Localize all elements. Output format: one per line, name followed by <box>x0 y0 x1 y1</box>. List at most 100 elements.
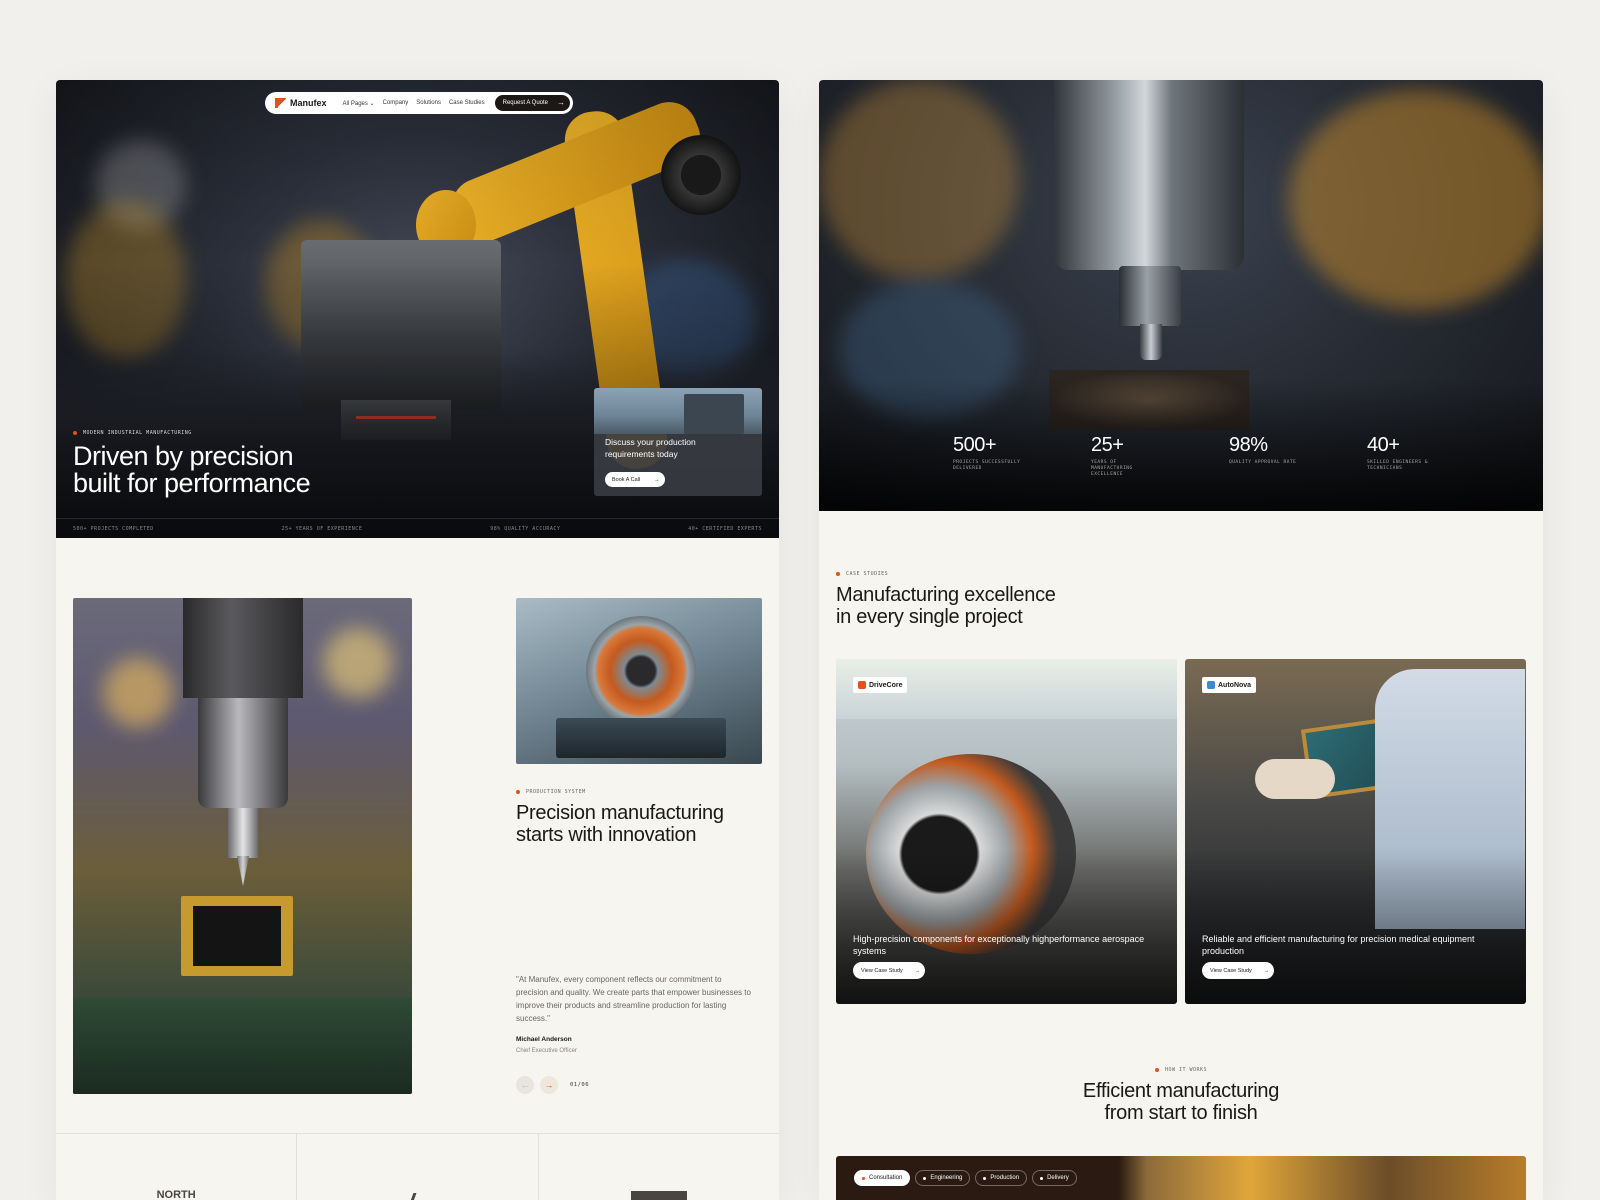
tab-delivery[interactable]: Delivery <box>1032 1170 1077 1186</box>
testimonial-quote: "At Manufex, every component reflects ou… <box>516 975 751 1023</box>
hero-title: Driven by precision built for performanc… <box>73 441 311 498</box>
stat-label: Projects Successfully Delivered <box>953 460 1021 471</box>
stat-label: Quality Approval Rate <box>1229 460 1297 465</box>
dot-icon <box>923 1176 927 1180</box>
hero-card-text: Discuss your production requirements tod… <box>605 437 696 459</box>
nav-link-case-studies[interactable]: Case Studies <box>449 100 485 107</box>
view-case-study-button[interactable]: View Case Study → <box>853 962 926 979</box>
bokeh-light <box>323 628 393 698</box>
case-study-card-autonova[interactable]: AutoNova Reliable and efficient manufact… <box>1185 659 1526 1004</box>
cnc-chip-image <box>73 598 412 1094</box>
motor-stator-image <box>516 598 762 764</box>
partner-mark-icon <box>630 1191 687 1200</box>
chip-die <box>193 906 281 966</box>
arrow-left-icon: ← <box>520 1080 530 1090</box>
nav-link-all-pages[interactable]: All Pages ⌄ <box>343 100 375 107</box>
chevron-down-icon: ⌄ <box>369 100 375 107</box>
stat-label: Years of Manufacturing Excellence <box>1091 460 1133 477</box>
request-quote-button[interactable]: Request A Quote → <box>494 95 571 111</box>
arrow-right-icon: → <box>556 98 567 108</box>
autonova-logo-icon <box>1207 681 1215 689</box>
process-steps-banner: Consultation Engineering Production Deli… <box>836 1156 1526 1200</box>
brand-badge: DriveCore <box>853 677 908 693</box>
factory-thumbnail <box>594 388 762 434</box>
process-step-tabs: Consultation Engineering Production Deli… <box>854 1170 1077 1186</box>
bokeh-light <box>1289 90 1543 310</box>
brand-logo[interactable]: Manufex <box>275 98 327 108</box>
carousel-counter: 01/06 <box>570 1082 590 1088</box>
tab-consultation[interactable]: Consultation <box>854 1170 911 1186</box>
accent-dot <box>862 1176 865 1180</box>
dot-icon <box>1040 1176 1044 1180</box>
prev-button[interactable]: ← <box>516 1076 534 1094</box>
case-studies-title: Manufacturing excellence in every single… <box>836 584 1056 628</box>
hero-stats-bar: 500+ Projects Completed 25+ Years of Exp… <box>56 518 779 538</box>
bokeh-light <box>103 658 173 728</box>
testimonial-role: Chief Executive Officer <box>516 1048 577 1054</box>
production-title: Precision manufacturing starts with inno… <box>516 802 724 846</box>
brand-name: Manufex <box>290 98 327 108</box>
hero-stat: 40+ Certified Experts <box>688 525 762 532</box>
accent-dot <box>836 571 840 576</box>
bokeh-light <box>819 80 1019 280</box>
production-eyebrow: Production System <box>516 789 586 795</box>
stat-item: 40+ Skilled Engineers & Technicians <box>1367 434 1505 478</box>
manufex-logo-icon <box>275 98 286 108</box>
drill-tip <box>237 856 249 886</box>
partner-logo <box>297 1134 539 1200</box>
drill-housing <box>183 598 303 698</box>
nav-link-solutions[interactable]: Solutions <box>416 100 441 107</box>
tab-production[interactable]: Production <box>975 1170 1028 1186</box>
stat-item: 25+ Years of Manufacturing Excellence <box>1091 434 1229 478</box>
request-quote-label: Request A Quote <box>502 100 549 106</box>
next-button[interactable]: → <box>540 1076 558 1094</box>
partner-logo <box>539 1134 779 1200</box>
partner-logos: NORTH <box>56 1133 779 1200</box>
stat-value: 40+ <box>1367 434 1400 456</box>
process-eyebrow: How It Works <box>819 1067 1543 1073</box>
cnc-spindle <box>1054 80 1244 270</box>
stat-value: 500+ <box>953 434 997 456</box>
motor-base <box>556 718 726 758</box>
case-study-card-drivecore[interactable]: DriveCore High-precision components for … <box>836 659 1177 1004</box>
stat-value: 98% <box>1229 434 1268 456</box>
nav-link-company[interactable]: Company <box>383 100 409 107</box>
hero-eyebrow: Modern Industrial Manufacturing <box>73 430 192 436</box>
testimonial-carousel-controls: ← → 01/06 <box>516 1076 589 1094</box>
brand-badge: AutoNova <box>1202 677 1257 693</box>
case-description: Reliable and efficient manufacturing for… <box>1202 934 1475 956</box>
chip-frame <box>181 896 293 976</box>
dot-icon <box>983 1176 987 1180</box>
arrow-right-icon: → <box>914 967 921 974</box>
accent-dot <box>516 789 520 794</box>
hero-contact-card: Discuss your production requirements tod… <box>594 388 762 496</box>
circuit-board <box>73 998 412 1094</box>
cnc-collet <box>1119 266 1181 326</box>
book-call-button[interactable]: Book A Call → <box>605 472 665 487</box>
testimonial-author: Michael Anderson <box>516 1036 572 1043</box>
case-description: High-precision components for exceptiona… <box>853 934 1145 956</box>
nav-links: All Pages ⌄ Company Solutions Case Studi… <box>343 100 485 107</box>
hero-stat: 25+ Years of Experience <box>281 525 363 532</box>
stat-label: Skilled Engineers & Technicians <box>1367 460 1428 471</box>
hero-stat: 98% Quality Accuracy <box>490 525 561 532</box>
arrow-right-icon: → <box>654 476 660 483</box>
stats-hero-section: 500+ Projects Successfully Delivered 25+… <box>819 80 1543 511</box>
machine-shape <box>684 394 744 434</box>
hero-section: Manufex All Pages ⌄ Company Solutions Ca… <box>56 80 779 538</box>
view-case-study-button[interactable]: View Case Study → <box>1202 962 1275 979</box>
hero-stat: 500+ Projects Completed <box>73 525 154 532</box>
accent-dot <box>73 430 77 435</box>
landing-page-right: 500+ Projects Successfully Delivered 25+… <box>819 80 1543 1200</box>
case-studies-eyebrow: Case Studies <box>836 571 888 577</box>
arrow-right-icon: → <box>1263 967 1270 974</box>
accent-dot <box>1154 1067 1159 1072</box>
stat-item: 500+ Projects Successfully Delivered <box>953 434 1091 478</box>
drivecore-logo-icon <box>858 681 866 689</box>
stat-value: 25+ <box>1091 434 1124 456</box>
cnc-tool <box>1140 324 1162 360</box>
process-title: Efficient manufacturing from start to fi… <box>1082 1080 1280 1124</box>
navbar: Manufex All Pages ⌄ Company Solutions Ca… <box>265 92 573 114</box>
tab-engineering[interactable]: Engineering <box>915 1170 971 1186</box>
stat-item: 98% Quality Approval Rate <box>1229 434 1367 478</box>
